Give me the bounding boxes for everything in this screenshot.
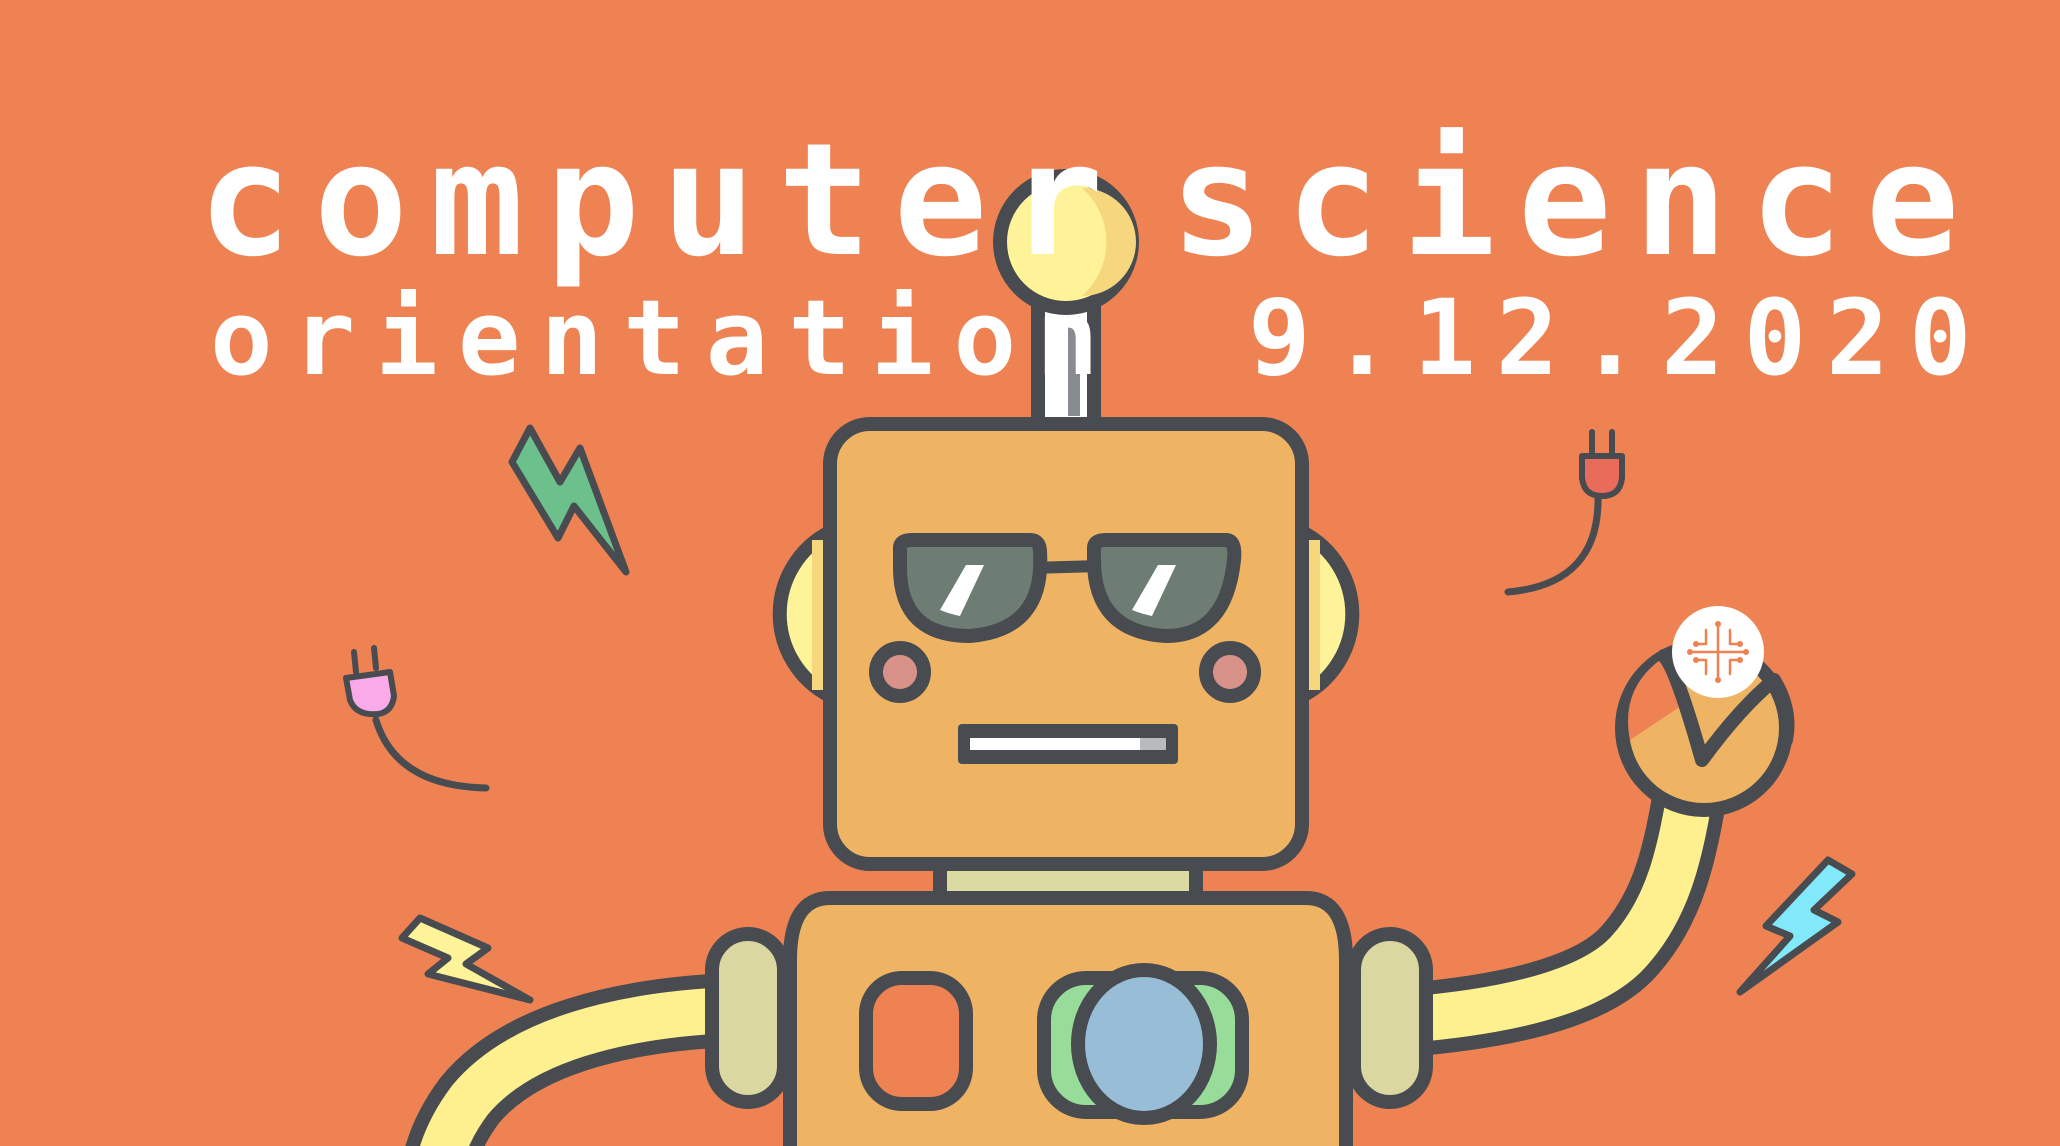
plug-pink	[343, 645, 490, 792]
circuit-brain-icon	[1672, 606, 1764, 698]
body-port-left	[859, 971, 973, 1111]
event-date: 9.12.2020	[1248, 277, 1992, 399]
right-cheek	[1199, 641, 1261, 703]
bolt-yellow	[398, 914, 534, 1004]
bolt-green	[508, 424, 630, 576]
plug-red	[1504, 429, 1625, 596]
body-port-right	[1037, 963, 1249, 1125]
right-arm	[1368, 758, 1727, 1057]
left-arm	[405, 973, 767, 1146]
subtitle-orientation: orientation	[210, 277, 1119, 399]
mouth	[958, 724, 1178, 764]
title-science: science	[1170, 109, 1982, 291]
right-shoulder-pad	[1347, 927, 1433, 1109]
poster: computer science orientation 9.12.2020	[0, 0, 2060, 1146]
right-ear	[1295, 525, 1360, 703]
left-cheek	[869, 641, 931, 703]
title-computer: computer	[198, 109, 1126, 291]
left-ear	[772, 525, 837, 703]
left-shoulder-pad	[705, 927, 791, 1109]
bolt-cyan	[1736, 856, 1856, 996]
